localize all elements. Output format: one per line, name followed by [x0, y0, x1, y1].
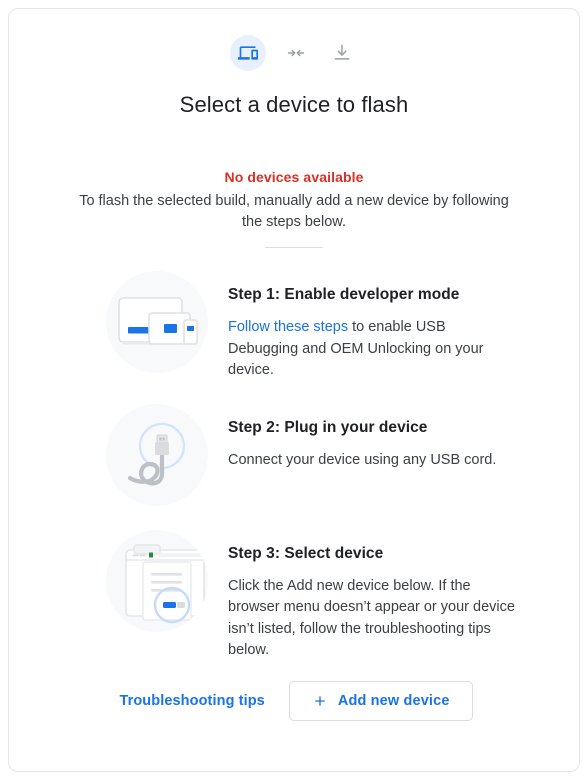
step-description: Click the Add new device below. If the b… [228, 577, 515, 659]
step-item: Step 3: Select device Click the Add new … [9, 529, 579, 662]
compress-arrows-icon [280, 37, 312, 69]
step-content: Step 3: Select device Click the Add new … [228, 530, 519, 662]
add-new-device-button[interactable]: Add new device [288, 681, 473, 721]
usb-cable-art-icon [106, 403, 208, 506]
header-icon-row [9, 35, 579, 71]
browser-picker-art-icon [106, 529, 208, 632]
download-icon [326, 37, 358, 69]
step-title: Step 3: Select device [228, 544, 384, 562]
steps-list: Step 1: Enable developer mode Follow the… [9, 271, 579, 684]
page-title: Select a device to flash [179, 92, 409, 117]
step-item: Step 2: Plug in your device Connect your… [9, 403, 579, 508]
card-inner: Select a device to flash No devices avai… [9, 9, 579, 771]
status-error-message: No devices available [224, 169, 364, 185]
footer-actions: Troubleshooting tips Add new device [9, 681, 579, 721]
step-content: Step 1: Enable developer mode Follow the… [228, 271, 519, 382]
step-title: Step 1: Enable developer mode [228, 286, 460, 303]
step-title: Step 2: Plug in your device [228, 418, 428, 436]
devices-art-icon [106, 271, 208, 373]
device-selection-card: Select a device to flash No devices avai… [8, 8, 580, 772]
plus-icon [312, 693, 328, 709]
add-new-device-label: Add new device [337, 693, 450, 709]
step-item: Step 1: Enable developer mode Follow the… [9, 271, 579, 382]
step-description: Follow these steps to enable USB Debuggi… [228, 317, 519, 382]
troubleshooting-tips-link[interactable]: Troubleshooting tips [115, 687, 268, 715]
step-description: Connect your device using any USB cord. [228, 451, 497, 468]
devices-icon [230, 35, 266, 71]
status-block: No devices available To flash the select… [69, 167, 519, 233]
follow-these-steps-link[interactable]: Follow these steps [228, 319, 348, 335]
step-content: Step 2: Plug in your device Connect your… [228, 404, 496, 472]
status-description: To flash the selected build, manually ad… [79, 193, 509, 230]
section-divider [265, 247, 323, 248]
